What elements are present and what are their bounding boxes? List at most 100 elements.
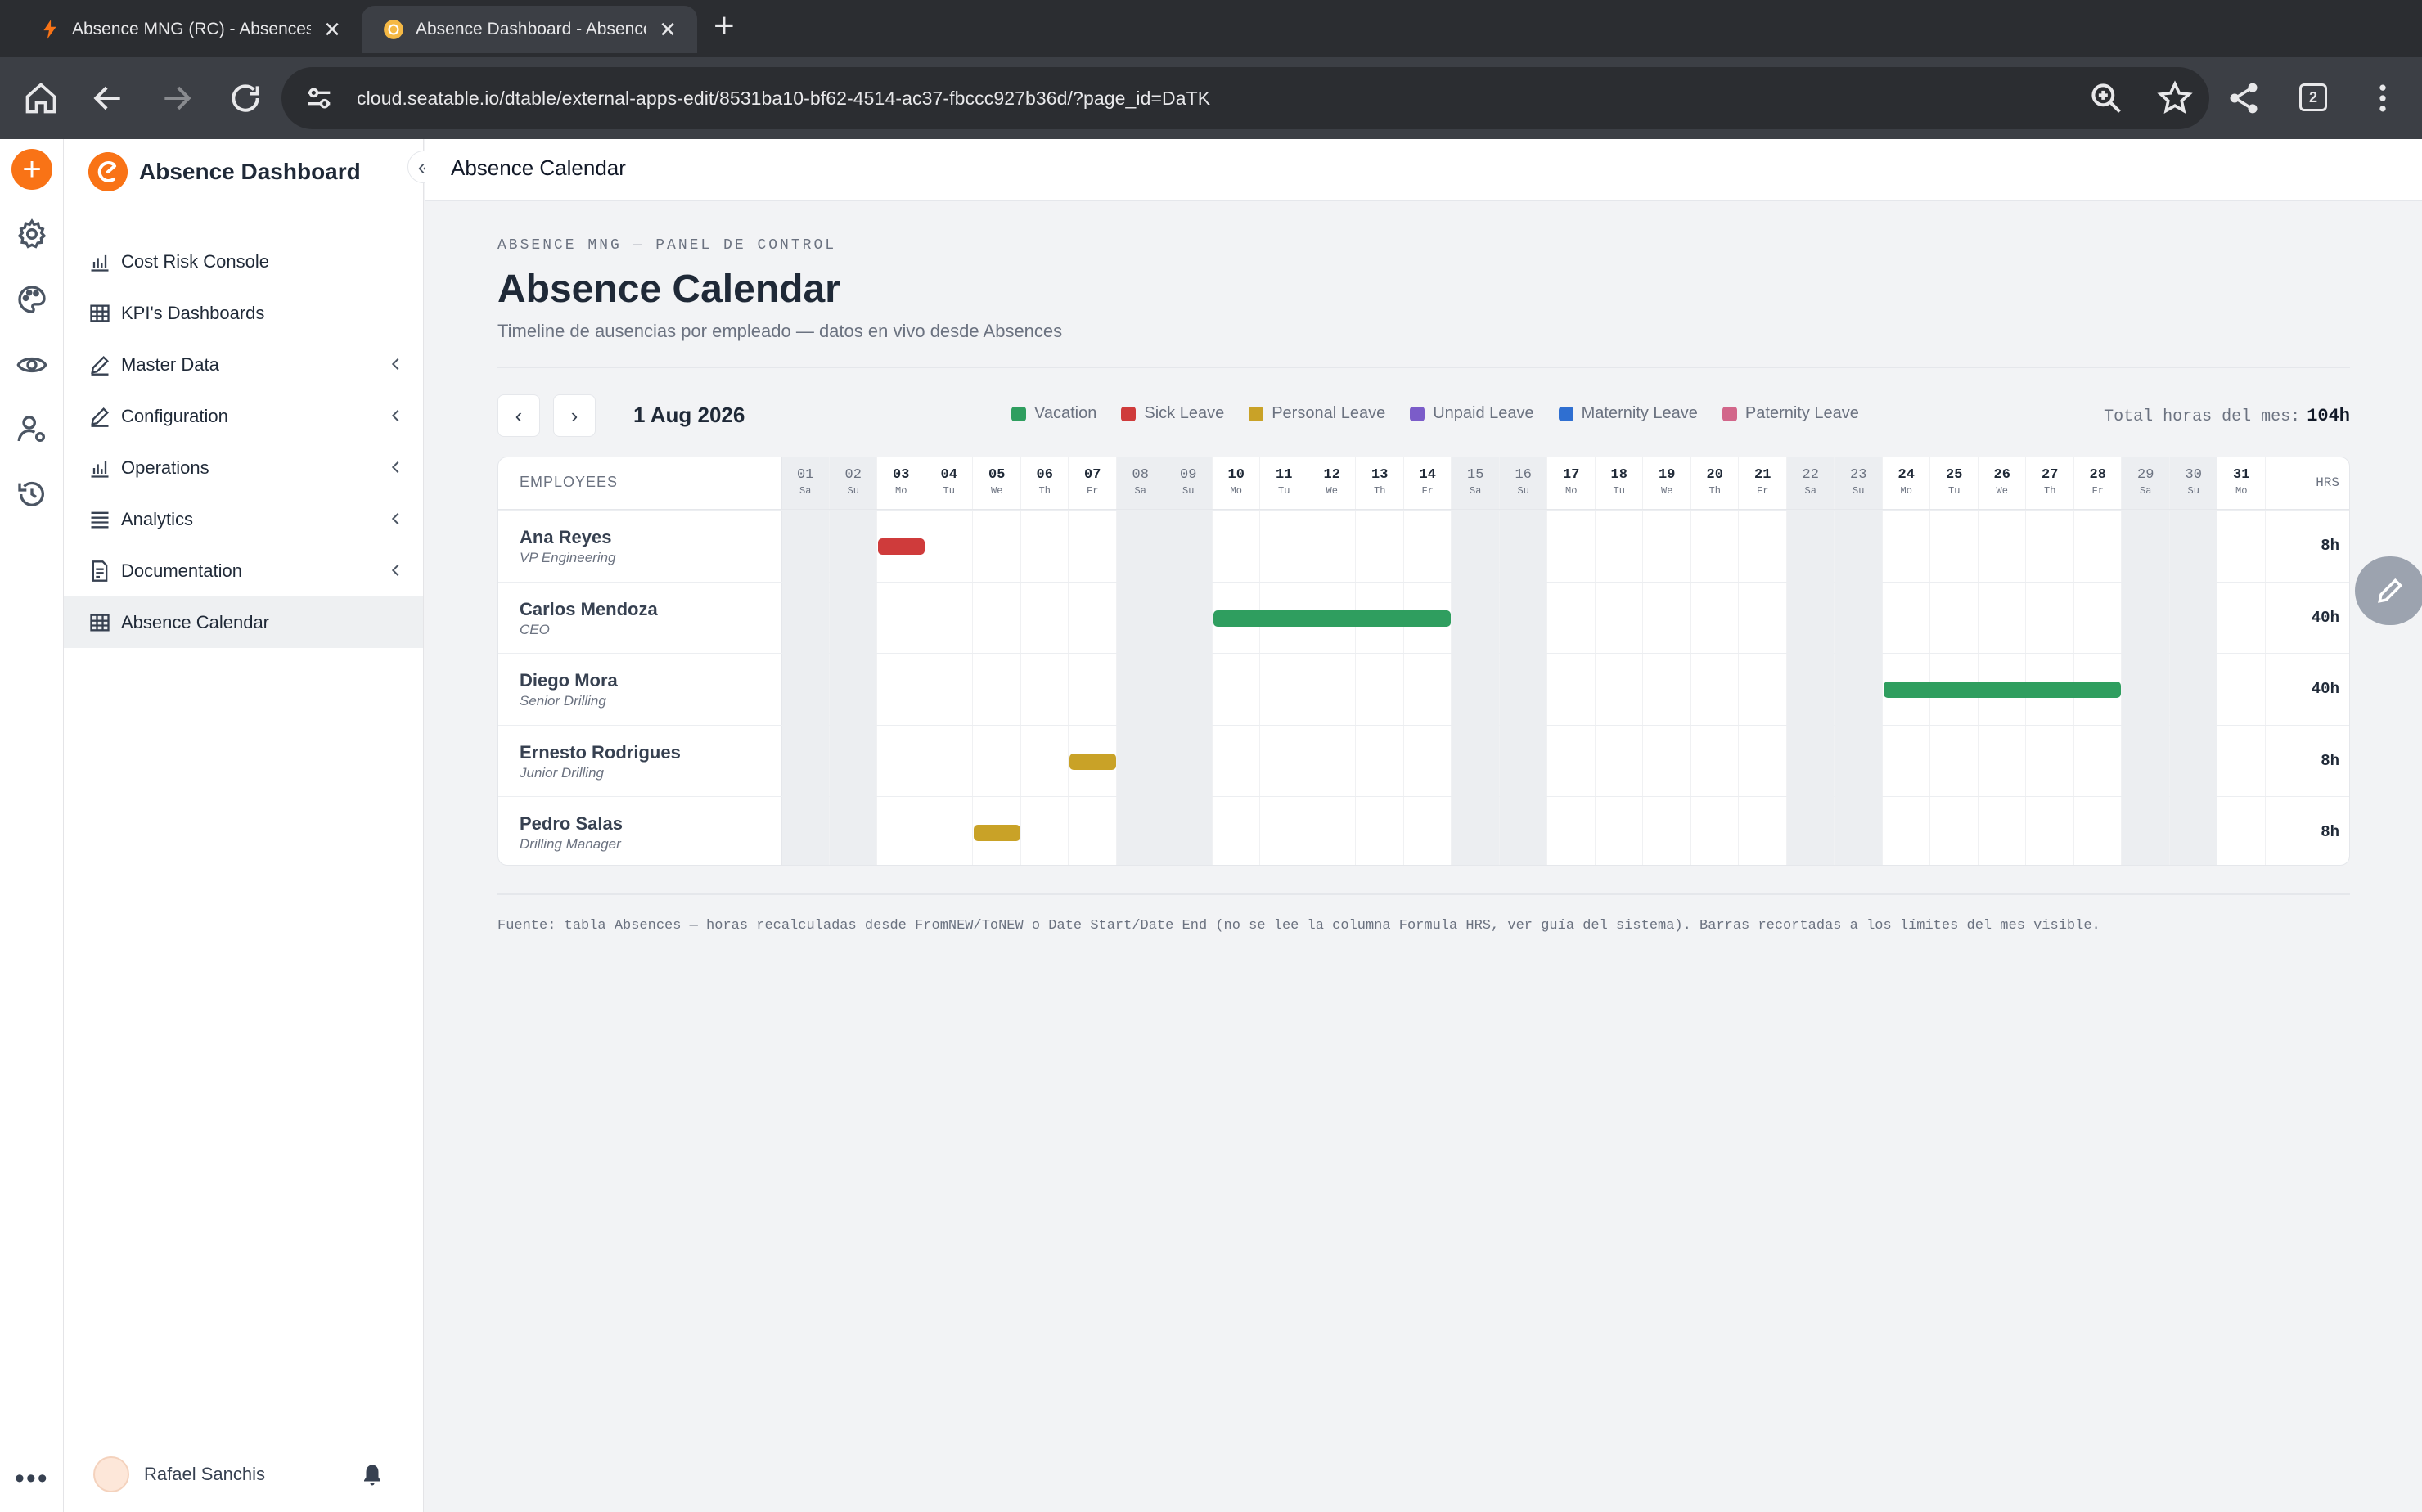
day-weekday: Sa (1134, 485, 1146, 497)
day-number: 09 (1180, 467, 1197, 483)
total-value: 104h (2307, 406, 2350, 426)
chevron-left-icon (391, 461, 399, 474)
day-weekday: Fr (2091, 485, 2104, 497)
browser-tab-strip: Absence MNG (RC) - Absences × Absence Da… (0, 0, 2422, 57)
day-number: 11 (1276, 467, 1293, 483)
day-number: 06 (1036, 467, 1053, 483)
day-weekday: Tu (1613, 485, 1625, 497)
day-header: 20 Th (1691, 457, 1740, 510)
day-number: 27 (2042, 467, 2059, 483)
sidebar-item-analytics[interactable]: Analytics (64, 493, 423, 545)
legend-item: Sick Leave (1121, 404, 1224, 423)
bell-icon[interactable] (360, 1463, 385, 1487)
day-number: 31 (2233, 467, 2250, 483)
seatable-favicon-icon (43, 20, 56, 39)
day-number: 16 (1515, 467, 1532, 483)
tab-count-button[interactable]: 2 (2299, 83, 2327, 111)
employees-header: EMPLOYEES (520, 474, 619, 490)
browser-menu-icon[interactable] (2365, 80, 2401, 116)
day-header: 22 Sa (1787, 457, 1835, 510)
add-icon[interactable]: + (11, 149, 52, 190)
absence-bar[interactable] (1213, 610, 1451, 627)
chevron-left-icon (391, 512, 399, 525)
day-number: 28 (2089, 467, 2106, 483)
employee-row: Diego Mora Senior Drilling 40h (498, 653, 2349, 725)
page-title: Absence Calendar (497, 268, 840, 311)
pen-icon (91, 407, 109, 427)
user-settings-icon[interactable] (16, 412, 48, 445)
user-profile[interactable]: Rafael Sanchis (93, 1456, 265, 1492)
prev-month-button[interactable]: ‹ (497, 394, 540, 437)
bookmark-star-icon[interactable] (2157, 80, 2193, 116)
day-number: 12 (1323, 467, 1340, 483)
day-number: 07 (1084, 467, 1101, 483)
day-weekday: Th (1708, 485, 1721, 497)
day-weekday: Su (1853, 485, 1865, 497)
day-number: 23 (1850, 467, 1867, 483)
day-number: 29 (2137, 467, 2154, 483)
sidebar-item-operations[interactable]: Operations (64, 442, 423, 493)
sidebar-item-configuration[interactable]: Configuration (64, 390, 423, 442)
absence-bar[interactable] (1069, 753, 1116, 770)
back-icon[interactable] (90, 80, 126, 116)
day-weekday: Mo (1900, 485, 1912, 497)
day-header: 02 Su (830, 457, 878, 510)
day-weekday: Su (1517, 485, 1529, 497)
zoom-icon[interactable] (2088, 80, 2124, 116)
sidebar-item-kpis-dashboards[interactable]: KPI's Dashboards (64, 287, 423, 339)
history-icon[interactable] (16, 478, 48, 511)
browser-tab-dashboard[interactable]: Absence Dashboard - Absence Cal × (362, 6, 697, 53)
legend-swatch (1410, 406, 1425, 421)
eyebrow-label: ABSENCE MNG — PANEL DE CONTROL (497, 237, 837, 254)
day-number: 02 (844, 467, 862, 483)
edit-page-button[interactable] (2355, 556, 2422, 625)
day-header: 24 Mo (1883, 457, 1931, 510)
more-icon[interactable]: ••• (15, 1465, 49, 1492)
absence-bar[interactable] (878, 538, 925, 555)
chart-icon (91, 254, 109, 272)
app-rail: + ••• (0, 139, 64, 1512)
day-weekday: Mo (895, 485, 907, 497)
day-number: 25 (1946, 467, 1963, 483)
day-header: 29 Sa (2122, 457, 2170, 510)
day-header: 10 Mo (1213, 457, 1261, 510)
day-weekday: Su (847, 485, 859, 497)
sidebar-item-master-data[interactable]: Master Data (64, 339, 423, 390)
day-number: 18 (1610, 467, 1627, 483)
site-settings-icon[interactable] (303, 82, 335, 115)
sidebar-item-cost-risk-console[interactable]: Cost Risk Console (64, 236, 423, 287)
home-icon[interactable] (23, 80, 59, 116)
absence-bar[interactable] (974, 825, 1020, 841)
day-number: 15 (1467, 467, 1484, 483)
sidebar-item-label: Cost Risk Console (121, 250, 269, 272)
forward-icon[interactable] (159, 80, 195, 116)
close-tab-icon[interactable]: × (660, 16, 676, 43)
share-icon[interactable] (2226, 80, 2262, 116)
divider (497, 893, 2350, 895)
next-month-button[interactable]: › (553, 394, 596, 437)
address-bar[interactable]: cloud.seatable.io/dtable/external-apps-e… (281, 67, 2209, 129)
employee-hours: 8h (2321, 751, 2339, 770)
absence-bar[interactable] (1883, 682, 2121, 698)
employee-hours: 40h (2311, 680, 2339, 698)
eye-icon[interactable] (16, 349, 48, 381)
day-number: 14 (1419, 467, 1436, 483)
sidebar-item-documentation[interactable]: Documentation (64, 545, 423, 596)
day-header: 14 Fr (1404, 457, 1452, 510)
pencil-icon (2378, 578, 2403, 603)
new-tab-icon[interactable]: + (714, 8, 735, 44)
total-label: Total horas del mes: (2104, 407, 2301, 426)
close-tab-icon[interactable]: × (324, 16, 340, 43)
day-weekday: Su (1182, 485, 1195, 497)
day-number: 10 (1227, 467, 1245, 483)
reload-icon[interactable] (227, 80, 263, 116)
browser-tab-absences[interactable]: Absence MNG (RC) - Absences × (18, 6, 362, 53)
palette-icon[interactable] (16, 283, 48, 316)
settings-gear-icon[interactable] (16, 218, 48, 250)
legend-label: Personal Leave (1272, 404, 1386, 422)
day-header: 12 We (1308, 457, 1357, 510)
app-logo-icon (88, 152, 128, 191)
day-header: 16 Su (1500, 457, 1548, 510)
sidebar-item-absence-calendar[interactable]: Absence Calendar (64, 596, 423, 648)
legend: Vacation Sick Leave Personal Leave Unpaid L… (1011, 404, 1884, 423)
